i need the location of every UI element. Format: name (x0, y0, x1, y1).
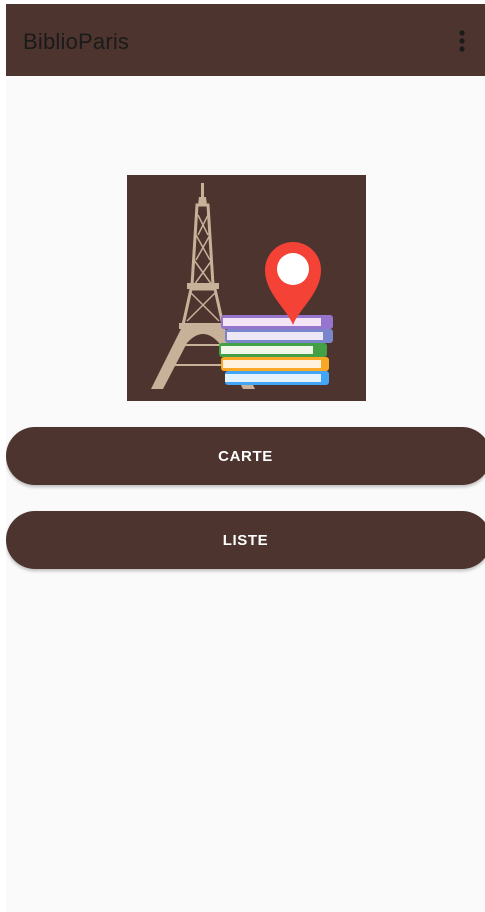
map-pin-icon (265, 242, 321, 325)
app-bar: BiblioParis (6, 4, 485, 76)
overflow-menu-button[interactable] (450, 28, 474, 56)
app-logo (127, 175, 366, 401)
liste-button[interactable]: LISTE (6, 511, 485, 569)
app-title: BiblioParis (23, 29, 130, 54)
more-vertical-icon (459, 30, 465, 52)
liste-button-label: LISTE (222, 531, 269, 549)
main-screen: BiblioParis CARTE LISTE (6, 4, 485, 912)
carte-button[interactable]: CARTE (6, 427, 485, 485)
carte-button-label: CARTE (218, 447, 273, 465)
books-stack-icon (219, 315, 333, 385)
